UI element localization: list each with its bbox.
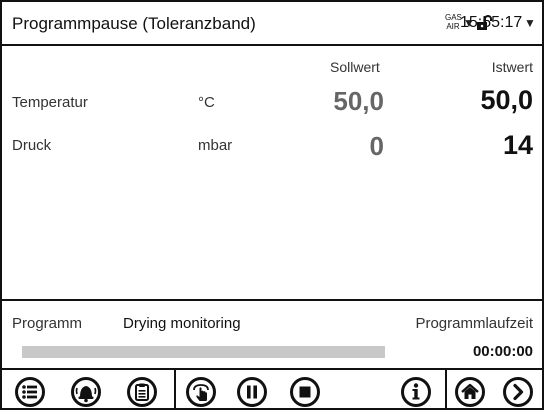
stop-button[interactable] <box>289 376 321 408</box>
page-title: Programmpause (Toleranzband) <box>12 14 256 33</box>
program-runtime-value: 00:00:00 <box>472 343 533 360</box>
pause-button[interactable] <box>236 376 268 408</box>
program-runtime-label: Programmlaufzeit <box>415 315 533 332</box>
bottom-toolbar <box>2 368 542 410</box>
title-bar: Programmpause (Toleranzband) GAS AIR ▼ 1… <box>2 2 542 46</box>
info-icon <box>401 377 431 407</box>
pause-icon <box>237 377 267 407</box>
actual-value: 50,0 <box>480 85 533 115</box>
next-icon <box>503 377 533 407</box>
clock-time: 15:55:17 <box>460 14 523 31</box>
program-name: Drying monitoring <box>123 315 241 332</box>
setpoint-column-header: Sollwert <box>330 59 380 75</box>
notes-button[interactable] <box>126 376 158 408</box>
alarm-bell-icon <box>71 377 101 407</box>
actual-column-header: Istwert <box>491 59 533 75</box>
section-divider <box>2 299 542 301</box>
toolbar-separator <box>445 370 447 410</box>
setpoint-value[interactable]: 0 <box>370 131 384 162</box>
stop-icon <box>290 377 320 407</box>
parameter-unit: °C <box>198 94 215 111</box>
air-label: AIR <box>446 22 460 31</box>
setpoint-value[interactable]: 50,0 <box>333 86 384 117</box>
touch-hand-icon <box>186 377 216 407</box>
program-label: Programm <box>12 315 83 332</box>
home-icon <box>455 377 485 407</box>
time-menu-chevron-down-icon[interactable]: ▼ <box>524 16 536 30</box>
info-button[interactable] <box>400 376 432 408</box>
program-progress-bar <box>22 346 385 358</box>
toolbar-separator <box>174 370 176 410</box>
clipboard-icon <box>127 377 157 407</box>
home-button[interactable] <box>454 376 486 408</box>
menu-icon <box>15 377 45 407</box>
parameter-label: Temperatur <box>12 94 88 111</box>
parameter-unit: mbar <box>198 137 233 154</box>
actual-value: 14 <box>502 130 533 160</box>
gas-label: GAS <box>445 13 462 22</box>
controller-screen: Programmpause (Toleranzband) GAS AIR ▼ 1… <box>0 0 544 410</box>
manual-mode-button[interactable] <box>185 376 217 408</box>
gas-air-indicator[interactable]: GAS AIR <box>445 13 462 31</box>
parameter-label: Druck <box>12 137 52 154</box>
next-button[interactable] <box>502 376 534 408</box>
menu-button[interactable] <box>14 376 46 408</box>
alarm-button[interactable] <box>70 376 102 408</box>
